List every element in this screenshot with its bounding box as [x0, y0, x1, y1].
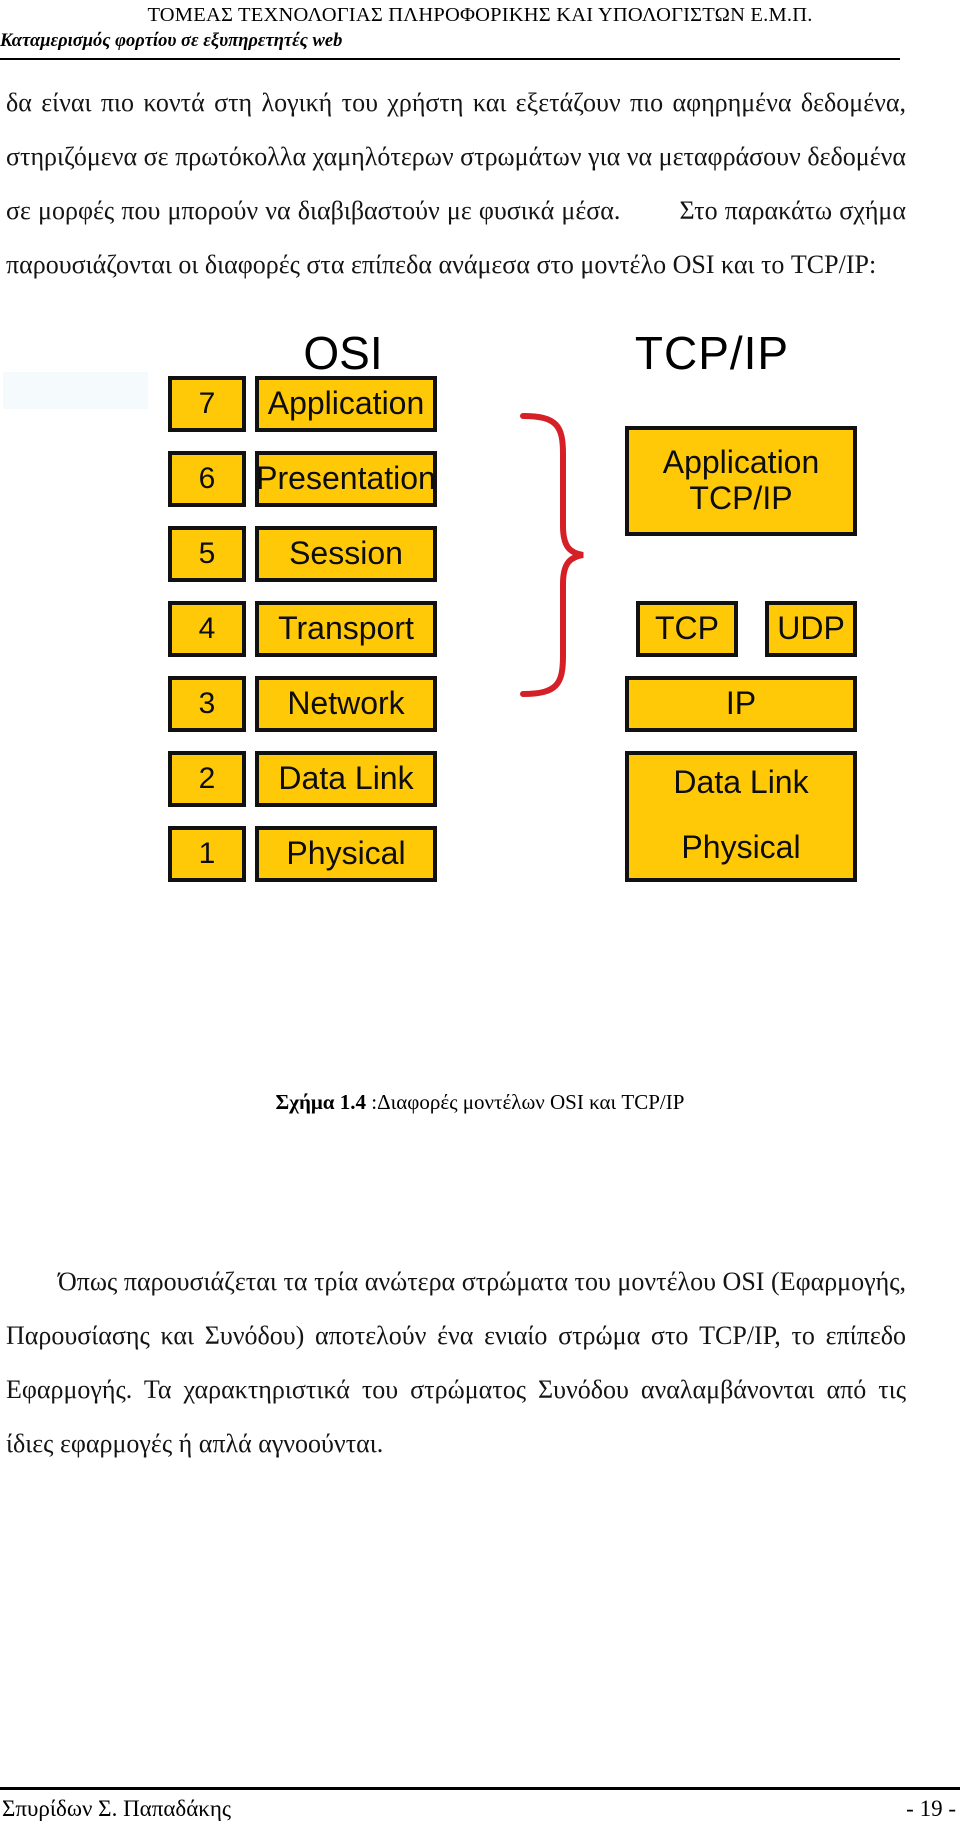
decorative-pale-block: [3, 372, 148, 409]
osi-layer-number-6: 6: [168, 451, 246, 507]
document-page: ΤΟΜΕΑΣ ΤΕΧΝΟΛΟΓΙΑΣ ΠΛΗΡΟΦΟΡΙΚΗΣ ΚΑΙ ΥΠΟΛ…: [0, 0, 960, 1839]
figure-caption: Σχήμα 1.4 :Διαφορές μοντέλων OSI και TCP…: [0, 1090, 960, 1115]
brace-grouping-upper-layers: [505, 410, 615, 700]
osi-layer-number-1: 1: [168, 826, 246, 882]
figure-caption-label: Σχήμα 1.4: [275, 1090, 367, 1114]
footer-author: Σπυρίδων Σ. Παπαδάκης: [2, 1796, 232, 1821]
tcpip-column-title: TCP/IP: [634, 327, 790, 379]
tcpip-layer-application: Application TCP/IP: [625, 426, 857, 536]
tcpip-layer-tcp: TCP: [636, 601, 738, 657]
osi-layer-data-link: Data Link: [255, 751, 437, 807]
tcpip-layer-data-link: Data Link: [673, 764, 809, 800]
osi-layer-transport: Transport: [255, 601, 437, 657]
osi-layer-number-3: 3: [168, 676, 246, 732]
figure-osi-vs-tcpip: OSI TCP/IP 7 6 5 4 3 2 1 Application Pre…: [0, 330, 960, 1070]
footer-page-number: - 19 -: [906, 1796, 956, 1821]
osi-column-title: OSI: [303, 327, 383, 379]
paragraph-below-figure: Όπως παρουσιάζεται τα τρία ανώτερα στρώμ…: [6, 1255, 906, 1471]
running-head-divider: [0, 58, 900, 60]
paragraph-above-figure: δα είναι πιο κοντά στη λογική του χρήστη…: [6, 76, 906, 292]
osi-layer-number-7: 7: [168, 376, 246, 432]
brace-icon: [520, 413, 584, 697]
osi-layer-application: Application: [255, 376, 437, 432]
osi-layer-number-4: 4: [168, 601, 246, 657]
paragraph-body-2: Όπως παρουσιάζεται τα τρία ανώτερα στρώμ…: [6, 1267, 906, 1458]
figure-caption-text: :Διαφορές μοντέλων OSI και TCP/IP: [366, 1090, 685, 1114]
tcpip-layer-link-physical-block: Data Link Physical: [625, 751, 857, 882]
running-head-thesis-title: Καταμερισμός φορτίου σε εξυπηρετητές web: [0, 31, 343, 51]
footer-divider: [0, 1787, 960, 1790]
tcpip-layer-ip: IP: [625, 676, 857, 732]
tcpip-layer-udp: UDP: [765, 601, 857, 657]
osi-layer-number-2: 2: [168, 751, 246, 807]
osi-layer-session: Session: [255, 526, 437, 582]
osi-layer-number-5: 5: [168, 526, 246, 582]
osi-layer-physical: Physical: [255, 826, 437, 882]
running-head-department: ΤΟΜΕΑΣ ΤΕΧΝΟΛΟΓΙΑΣ ΠΛΗΡΟΦΟΡΙΚΗΣ ΚΑΙ ΥΠΟΛ…: [147, 4, 813, 26]
tcpip-layer-physical: Physical: [681, 828, 801, 865]
osi-layer-presentation: Presentation: [255, 451, 437, 507]
osi-layer-network: Network: [255, 676, 437, 732]
